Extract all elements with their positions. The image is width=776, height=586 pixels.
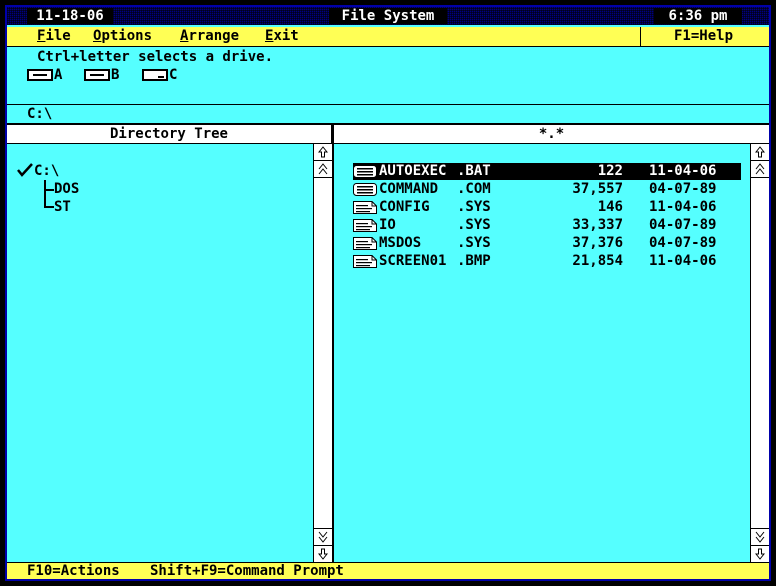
drive-hint: Ctrl+letter selects a drive. (37, 49, 274, 65)
menu-file[interactable]: File (37, 28, 71, 45)
page-down-icon[interactable] (314, 528, 332, 545)
file-date: 11-04-06 (649, 253, 717, 269)
file-row[interactable]: CONFIG .SYS 146 11-04-06 (353, 199, 741, 216)
file-size: 33,337 (572, 217, 623, 233)
actions-shortcut[interactable]: F10=Actions (27, 563, 120, 579)
document-file-icon (353, 219, 377, 232)
file-row[interactable]: AUTOEXEC .BAT 122 11-04-06 (353, 163, 741, 180)
file-name: SCREEN01 (379, 253, 447, 269)
tree-branch-line (44, 206, 54, 208)
floppy-drive-icon (84, 69, 110, 81)
file-extension: .SYS (457, 199, 491, 215)
document-file-icon (353, 255, 377, 268)
file-date: 04-07-89 (649, 235, 717, 251)
tree-item-st[interactable]: ST (54, 199, 71, 215)
drive-c[interactable]: C (142, 67, 177, 83)
file-date: 04-07-89 (649, 181, 717, 197)
drive-b-letter: B (111, 67, 120, 83)
file-name: AUTOEXEC (379, 163, 447, 179)
file-extension: .BAT (457, 163, 491, 179)
file-name: MSDOS (379, 235, 422, 251)
command-prompt-shortcut[interactable]: Shift+F9=Command Prompt (150, 563, 344, 579)
file-extension: .COM (457, 181, 491, 197)
hard-drive-icon (142, 69, 168, 81)
tree-branch-line (44, 189, 54, 191)
status-bar: F10=Actions Shift+F9=Command Prompt (7, 562, 769, 579)
menu-arrange[interactable]: Arrange (180, 28, 239, 45)
scroll-down-icon[interactable] (751, 545, 769, 562)
directory-tree-header[interactable]: Directory Tree (7, 125, 331, 144)
file-name: IO (379, 217, 396, 233)
drive-b[interactable]: B (84, 67, 119, 83)
title-time: 6:36 pm (654, 8, 742, 24)
drive-a[interactable]: A (27, 67, 62, 83)
document-file-icon (353, 237, 377, 250)
menu-arrange-label: rrange (188, 28, 240, 44)
app-title: File System (329, 8, 447, 24)
tree-item-root[interactable]: C:\ (34, 163, 59, 179)
dos-shell-window: 11-18-06 File System 6:36 pm File Option… (5, 5, 771, 581)
scroll-down-icon[interactable] (314, 545, 332, 562)
file-extension: .SYS (457, 235, 491, 251)
file-row[interactable]: IO .SYS 33,337 04-07-89 (353, 217, 741, 234)
title-date: 11-18-06 (27, 8, 113, 24)
file-name: COMMAND (379, 181, 439, 197)
program-file-icon (353, 165, 377, 178)
file-list-header[interactable]: *.* (334, 125, 769, 144)
page-up-icon[interactable] (751, 161, 769, 178)
menu-exit[interactable]: Exit (265, 28, 299, 45)
scroll-up-icon[interactable] (314, 144, 332, 161)
help-menu[interactable]: F1=Help (674, 28, 733, 45)
file-size: 21,854 (572, 253, 623, 269)
file-size: 37,376 (572, 235, 623, 251)
title-bar: 11-18-06 File System 6:36 pm (7, 7, 769, 25)
menu-file-label: ile (45, 28, 71, 44)
checkmark-icon (17, 163, 33, 177)
file-size: 37,557 (572, 181, 623, 197)
drive-c-letter: C (169, 67, 178, 83)
menu-options[interactable]: Options (93, 28, 152, 45)
file-size: 146 (597, 199, 623, 215)
file-extension: .SYS (457, 217, 491, 233)
scroll-up-icon[interactable] (751, 144, 769, 161)
menu-options-label: ptions (101, 28, 153, 44)
document-file-icon (353, 201, 377, 214)
tree-scrollbar[interactable] (313, 144, 333, 562)
floppy-drive-icon (27, 69, 53, 81)
path-divider (7, 104, 769, 105)
file-row[interactable]: SCREEN01 .BMP 21,854 11-04-06 (353, 253, 741, 270)
file-row[interactable]: MSDOS .SYS 37,376 04-07-89 (353, 235, 741, 252)
file-extension: .BMP (457, 253, 491, 269)
file-date: 11-04-06 (649, 163, 717, 179)
page-down-icon[interactable] (751, 528, 769, 545)
file-date: 04-07-89 (649, 217, 717, 233)
menu-exit-label: xit (273, 28, 299, 44)
page-up-icon[interactable] (314, 161, 332, 178)
tree-item-dos[interactable]: DOS (54, 181, 79, 197)
drive-a-letter: A (54, 67, 63, 83)
file-name: CONFIG (379, 199, 430, 215)
menu-bar: File Options Arrange Exit F1=Help (7, 27, 769, 47)
file-size: 122 (597, 163, 623, 179)
file-list-scrollbar[interactable] (750, 144, 769, 562)
file-row[interactable]: COMMAND .COM 37,557 04-07-89 (353, 181, 741, 198)
file-date: 11-04-06 (649, 199, 717, 215)
menu-divider (640, 27, 641, 46)
current-path: C:\ (27, 106, 53, 122)
program-file-icon (353, 183, 377, 196)
tree-branch-line (44, 180, 46, 208)
